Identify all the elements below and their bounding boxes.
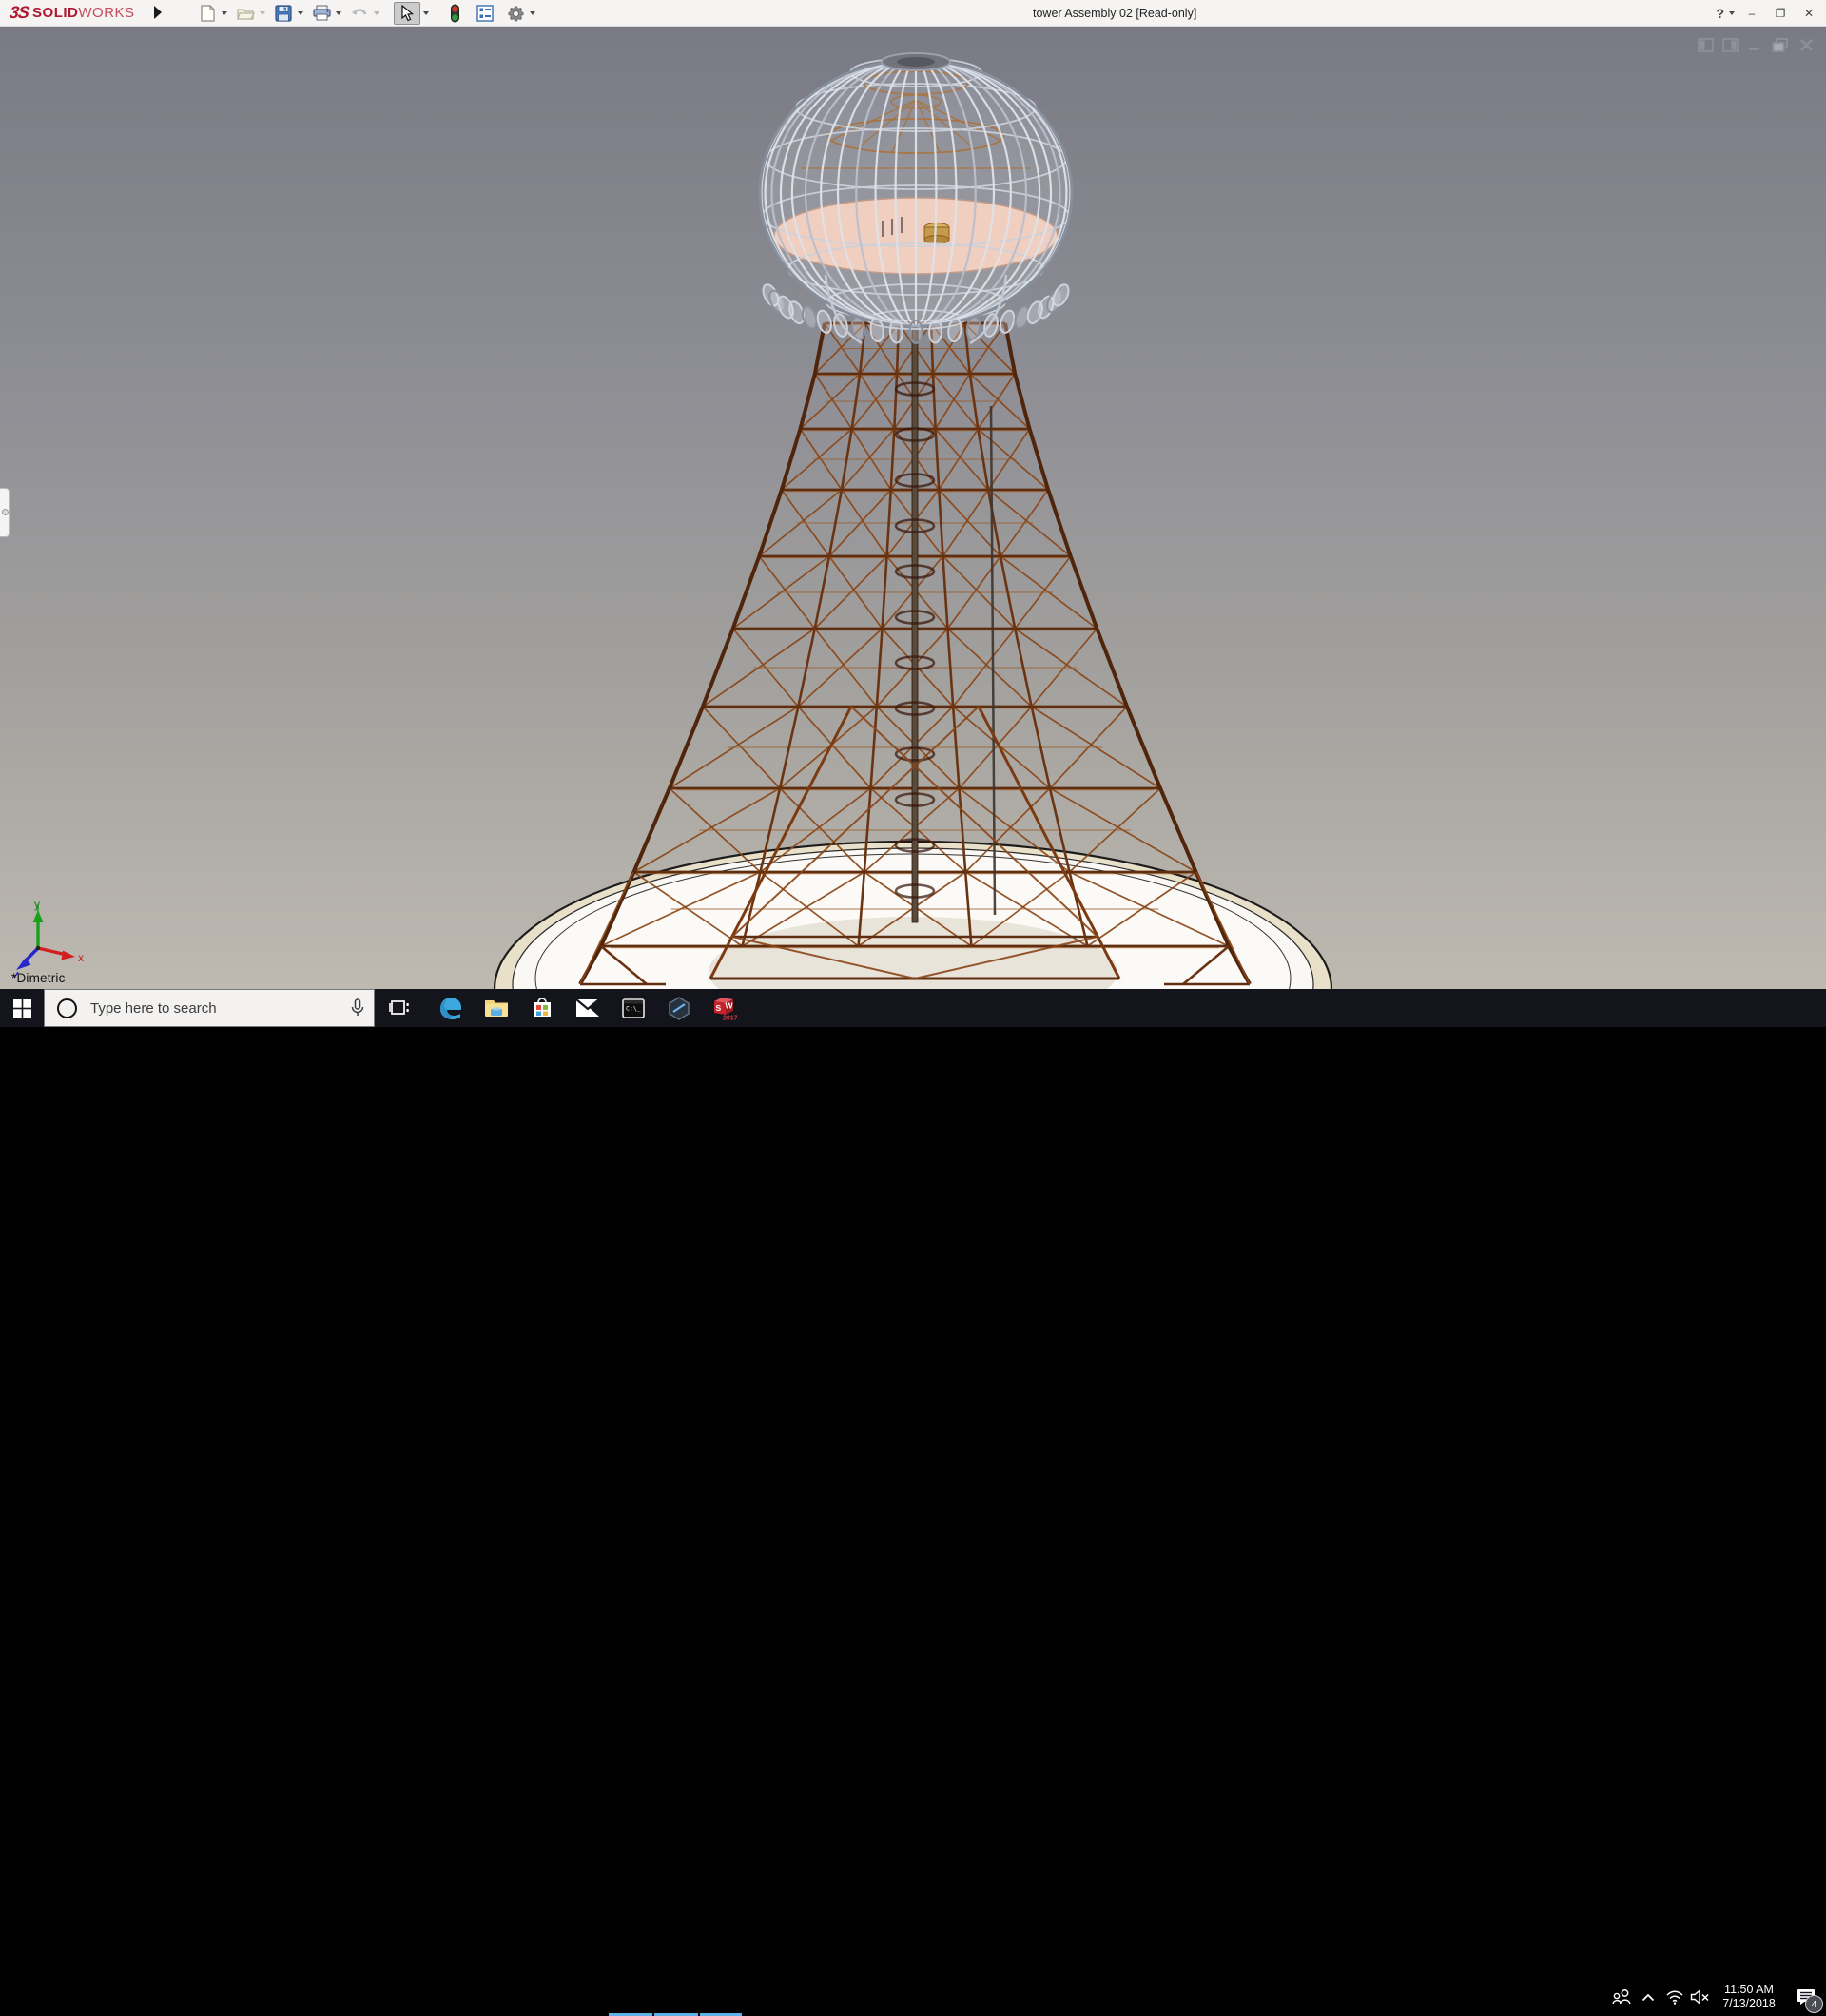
mail-icon <box>575 998 600 1018</box>
task-view-button[interactable] <box>379 989 420 1027</box>
save-icon <box>275 5 292 22</box>
options-caret[interactable] <box>527 2 537 24</box>
help-button[interactable]: ? <box>1716 6 1724 21</box>
taskbar-app-composer[interactable] <box>658 989 700 1027</box>
clock-time: 11:50 AM <box>1718 1983 1780 1997</box>
task-view-icon <box>389 998 410 1018</box>
speaker-muted-icon <box>1690 1989 1710 2005</box>
undo-icon <box>351 6 369 21</box>
microphone-icon[interactable] <box>351 998 364 1018</box>
print-icon <box>313 5 331 21</box>
solidworks-logo: 3S SOLID WORKS <box>10 2 135 24</box>
svg-text:C:\_: C:\_ <box>626 1004 641 1012</box>
svg-text:W: W <box>726 1000 734 1010</box>
store-icon <box>531 997 554 1019</box>
new-document-icon <box>200 5 216 22</box>
feature-tree-flyout-tab[interactable] <box>0 488 10 537</box>
clock-date: 7/13/2018 <box>1718 1997 1780 2011</box>
taskbar-app-store[interactable] <box>521 989 563 1027</box>
minimize-button[interactable]: – <box>1742 7 1761 20</box>
undo-caret <box>371 2 381 24</box>
windows-logo-icon <box>13 999 31 1018</box>
volume-button[interactable] <box>1687 1978 1712 2016</box>
select-button[interactable] <box>394 2 420 25</box>
print-caret[interactable] <box>333 2 343 24</box>
svg-text:2017: 2017 <box>723 1015 737 1021</box>
open-icon <box>237 6 255 21</box>
svg-text:S: S <box>716 1003 722 1013</box>
select-cursor-icon <box>400 5 415 22</box>
file-properties-icon <box>476 5 494 22</box>
options-button[interactable] <box>504 2 527 24</box>
graphics-viewport[interactable]: y x *Dimetric <box>0 26 1826 989</box>
document-minimize-icon[interactable] <box>1747 37 1763 53</box>
windows-taskbar: Type here to search <box>0 989 1826 1027</box>
document-restore-icon[interactable] <box>1772 37 1790 53</box>
restore-button[interactable]: ❐ <box>1771 7 1790 20</box>
print-button[interactable] <box>310 2 333 24</box>
rebuild-button[interactable] <box>443 2 466 24</box>
window-controls: ? – ❐ ✕ <box>1716 0 1818 26</box>
save-caret[interactable] <box>295 2 305 24</box>
chevron-up-icon <box>1641 1993 1655 2002</box>
composer-hexagon-icon <box>668 997 690 1020</box>
select-caret[interactable] <box>420 2 431 24</box>
save-button[interactable] <box>272 2 295 24</box>
rebuild-traffic-light-icon <box>450 4 460 23</box>
triad-x-label: x <box>78 951 84 964</box>
taskbar-app-mail[interactable] <box>567 989 609 1027</box>
edge-icon <box>438 996 463 1020</box>
undo-button <box>348 2 371 24</box>
people-icon <box>1611 1988 1632 2006</box>
ds-logo-mark: 3S <box>9 3 30 23</box>
taskbar-app-command-prompt[interactable]: C:\_ <box>612 989 654 1027</box>
new-document-caret[interactable] <box>219 2 229 24</box>
start-button[interactable] <box>0 989 44 1027</box>
hidden-icons-button[interactable] <box>1634 1978 1662 2016</box>
flyout-tab-dot <box>2 509 9 515</box>
document-window-controls <box>1698 37 1815 53</box>
taskbar-app-file-explorer[interactable] <box>476 989 517 1027</box>
command-prompt-icon: C:\_ <box>622 998 645 1018</box>
taskbar-app-edge[interactable] <box>430 989 472 1027</box>
view-orientation-label: *Dimetric <box>11 971 66 985</box>
brand-solid: SOLID <box>32 5 78 21</box>
tower-3d-model <box>0 26 1826 989</box>
people-button[interactable] <box>1609 1978 1634 2016</box>
file-properties-button[interactable] <box>474 2 496 24</box>
open-button[interactable] <box>234 2 257 24</box>
wifi-icon <box>1665 1989 1684 2005</box>
options-gear-icon <box>507 4 525 22</box>
notification-badge: 4 <box>1805 1995 1823 2013</box>
file-explorer-icon <box>484 998 509 1018</box>
clock[interactable]: 11:50 AM 7/13/2018 <box>1718 1983 1780 2011</box>
brand-works: WORKS <box>78 5 134 21</box>
quick-access-toolbar <box>196 1 542 25</box>
open-caret <box>257 2 267 24</box>
new-document-button[interactable] <box>196 2 219 24</box>
taskbar-app-solidworks[interactable]: S W 2017 <box>703 989 745 1027</box>
help-caret[interactable] <box>1726 2 1737 24</box>
network-button[interactable] <box>1662 1978 1687 2016</box>
pane-right-icon[interactable] <box>1722 37 1739 53</box>
pane-left-icon[interactable] <box>1698 37 1714 53</box>
menu-flyout-arrow-icon[interactable] <box>154 6 162 19</box>
document-close-icon[interactable] <box>1798 37 1815 53</box>
solidworks-2017-icon: S W 2017 <box>710 996 737 1021</box>
taskbar-search-input[interactable]: Type here to search <box>44 989 375 1027</box>
cortana-icon <box>57 998 77 1018</box>
system-tray: 11:50 AM 7/13/2018 4 <box>1609 1978 1826 2016</box>
document-title: tower Assembly 02 [Read-only] <box>1033 7 1196 20</box>
titlebar: 3S SOLID WORKS <box>0 0 1826 27</box>
close-button[interactable]: ✕ <box>1799 7 1818 20</box>
action-center-button[interactable]: 4 <box>1786 1978 1826 2016</box>
search-placeholder: Type here to search <box>90 1000 217 1017</box>
triad-y-label: y <box>34 899 40 911</box>
